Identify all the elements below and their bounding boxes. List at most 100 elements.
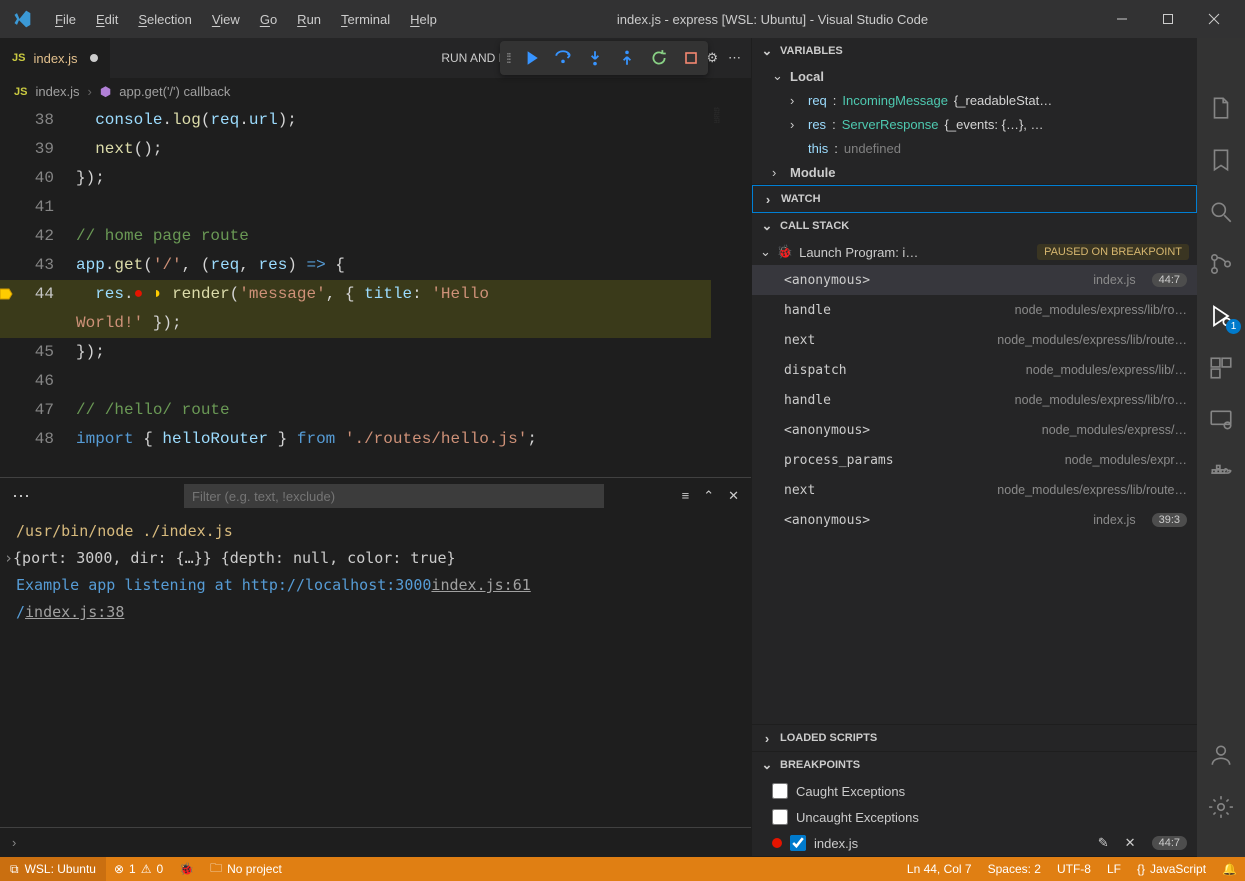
- close-panel-icon[interactable]: ✕: [728, 488, 739, 504]
- language-status[interactable]: {}JavaScript: [1129, 857, 1214, 881]
- breakpoint-row[interactable]: Caught Exceptions: [752, 778, 1197, 804]
- stack-frame[interactable]: <anonymous>node_modules/express/…: [752, 415, 1197, 445]
- breakpoint-current-icon[interactable]: [0, 286, 14, 302]
- step-into-button[interactable]: [584, 47, 606, 69]
- edit-icon[interactable]: ✎: [1098, 835, 1109, 851]
- menu-file[interactable]: File: [46, 8, 85, 31]
- stack-frame[interactable]: handlenode_modules/express/lib/ro…: [752, 385, 1197, 415]
- code-line[interactable]: 44 res.● ◗ render('message', { title: 'H…: [0, 280, 711, 309]
- minimize-button[interactable]: [1099, 0, 1145, 38]
- code-line[interactable]: 39 next();: [0, 135, 711, 164]
- maximize-button[interactable]: [1145, 0, 1191, 38]
- step-over-button[interactable]: [552, 47, 574, 69]
- bookmark-icon[interactable]: [1207, 146, 1235, 174]
- window-controls: [1099, 0, 1237, 38]
- callstack-header[interactable]: ⌄CALL STACK: [752, 213, 1197, 239]
- code-line[interactable]: World!' });: [0, 309, 711, 338]
- indentation-status[interactable]: Spaces: 2: [980, 857, 1049, 881]
- remove-icon[interactable]: ✕: [1125, 835, 1136, 851]
- code-line[interactable]: 43app.get('/', (req, res) => {: [0, 251, 711, 280]
- menu-go[interactable]: Go: [251, 8, 286, 31]
- breakpoints-header[interactable]: ⌄BREAKPOINTS: [752, 752, 1197, 778]
- menu-run[interactable]: Run: [288, 8, 330, 31]
- code-line[interactable]: 45});: [0, 338, 711, 367]
- run-debug-icon[interactable]: 1: [1207, 302, 1235, 330]
- debug-session-row[interactable]: ⌄ 🐞 Launch Program: i… PAUSED ON BREAKPO…: [752, 239, 1197, 265]
- source-link[interactable]: index.js:38: [25, 599, 124, 626]
- restart-button[interactable]: [648, 47, 670, 69]
- stop-button[interactable]: [680, 47, 702, 69]
- breakpoint-checkbox[interactable]: [790, 835, 806, 851]
- debug-toolbar[interactable]: ⁞⁞: [500, 41, 708, 75]
- source-control-icon[interactable]: [1207, 250, 1235, 278]
- menu-selection[interactable]: Selection: [129, 8, 200, 31]
- stack-frame[interactable]: nextnode_modules/express/lib/route…: [752, 325, 1197, 355]
- stack-frame[interactable]: nextnode_modules/express/lib/route…: [752, 475, 1197, 505]
- scope-row[interactable]: ›Module: [752, 160, 1197, 184]
- more-icon[interactable]: ⋯: [728, 50, 741, 66]
- step-out-button[interactable]: [616, 47, 638, 69]
- tab-index-js[interactable]: JS index.js: [0, 38, 111, 78]
- debug-status[interactable]: 🐞: [171, 857, 202, 881]
- project-status[interactable]: 🗀No project: [202, 857, 290, 881]
- continue-button[interactable]: [520, 47, 542, 69]
- code-line[interactable]: 38 console.log(req.url);: [0, 106, 711, 135]
- breakpoint-checkbox[interactable]: [772, 783, 788, 799]
- stack-frame[interactable]: process_paramsnode_modules/expr…: [752, 445, 1197, 475]
- stack-frame[interactable]: dispatchnode_modules/express/lib/…: [752, 355, 1197, 385]
- filter-input[interactable]: [184, 484, 604, 508]
- breadcrumb-symbol[interactable]: app.get('/') callback: [119, 84, 230, 99]
- watch-header[interactable]: ›WATCH: [753, 186, 1196, 212]
- stack-frame[interactable]: <anonymous>index.js39:3: [752, 505, 1197, 535]
- variable-row[interactable]: ›req: IncomingMessage {_readableStat…: [752, 88, 1197, 112]
- menu-terminal[interactable]: Terminal: [332, 8, 399, 31]
- stack-frame[interactable]: handlenode_modules/express/lib/ro…: [752, 295, 1197, 325]
- close-button[interactable]: [1191, 0, 1237, 38]
- variables-header[interactable]: ⌄VARIABLES: [752, 38, 1197, 64]
- minimap[interactable]: ▂▃▁▂▃▂▁▃▂▃▂▁▂▃▁▂▃▁▂▃▂▂▃▂▁▂▃▁▃▁▂▃▂▁▂▂▃▁▂▃…: [711, 106, 751, 477]
- search-icon[interactable]: [1207, 198, 1235, 226]
- code-line[interactable]: 40});: [0, 164, 711, 193]
- menu-edit[interactable]: Edit: [87, 8, 127, 31]
- panel-views-icon[interactable]: ⋯: [12, 486, 32, 507]
- breakpoint-row[interactable]: index.js✎✕44:7: [752, 830, 1197, 856]
- notifications-icon[interactable]: 🔔: [1214, 857, 1245, 881]
- remote-explorer-icon[interactable]: [1207, 406, 1235, 434]
- code-line[interactable]: 42// home page route: [0, 222, 711, 251]
- extensions-icon[interactable]: [1207, 354, 1235, 382]
- remote-indicator[interactable]: ⧉ WSL: Ubuntu: [0, 857, 106, 881]
- breadcrumb-file[interactable]: index.js: [35, 84, 79, 99]
- repl-input[interactable]: ›: [0, 827, 751, 857]
- explorer-icon[interactable]: [1207, 94, 1235, 122]
- chevron-down-icon: ⌄: [760, 43, 774, 59]
- code-line[interactable]: 41: [0, 193, 711, 222]
- word-wrap-icon[interactable]: ≡: [682, 488, 690, 504]
- code-line[interactable]: 48import { helloRouter } from './routes/…: [0, 425, 711, 454]
- collapse-icon[interactable]: ⌃: [703, 488, 714, 504]
- settings-icon[interactable]: [1207, 793, 1235, 821]
- variable-row[interactable]: ›res: ServerResponse {_events: {…}, …: [752, 112, 1197, 136]
- encoding-status[interactable]: UTF-8: [1049, 857, 1099, 881]
- eol-status[interactable]: LF: [1099, 857, 1129, 881]
- code-line[interactable]: 46: [0, 367, 711, 396]
- accounts-icon[interactable]: [1207, 741, 1235, 769]
- stack-frame[interactable]: <anonymous>index.js44:7: [752, 265, 1197, 295]
- variable-row[interactable]: this: undefined: [752, 136, 1197, 160]
- gear-icon[interactable]: ⚙: [706, 50, 718, 66]
- activity-bar: 1: [1197, 38, 1245, 857]
- problems-status[interactable]: ⊗1 ⚠0: [106, 857, 171, 881]
- breakpoint-row[interactable]: Uncaught Exceptions: [752, 804, 1197, 830]
- code-editor[interactable]: 38 console.log(req.url);39 next();40});4…: [0, 106, 711, 477]
- menu-help[interactable]: Help: [401, 8, 446, 31]
- loaded-scripts-header[interactable]: ›LOADED SCRIPTS: [752, 725, 1197, 751]
- remote-icon: ⧉: [10, 862, 19, 877]
- menu-view[interactable]: View: [203, 8, 249, 31]
- code-line[interactable]: 47// /hello/ route: [0, 396, 711, 425]
- cursor-position[interactable]: Ln 44, Col 7: [899, 857, 980, 881]
- drag-handle-icon[interactable]: ⁞⁞: [506, 50, 510, 66]
- breadcrumb[interactable]: JS index.js › ⬢ app.get('/') callback: [0, 78, 751, 106]
- source-link[interactable]: index.js:61: [431, 572, 530, 599]
- scope-row[interactable]: ⌄Local: [752, 64, 1197, 88]
- docker-icon[interactable]: [1207, 458, 1235, 486]
- breakpoint-checkbox[interactable]: [772, 809, 788, 825]
